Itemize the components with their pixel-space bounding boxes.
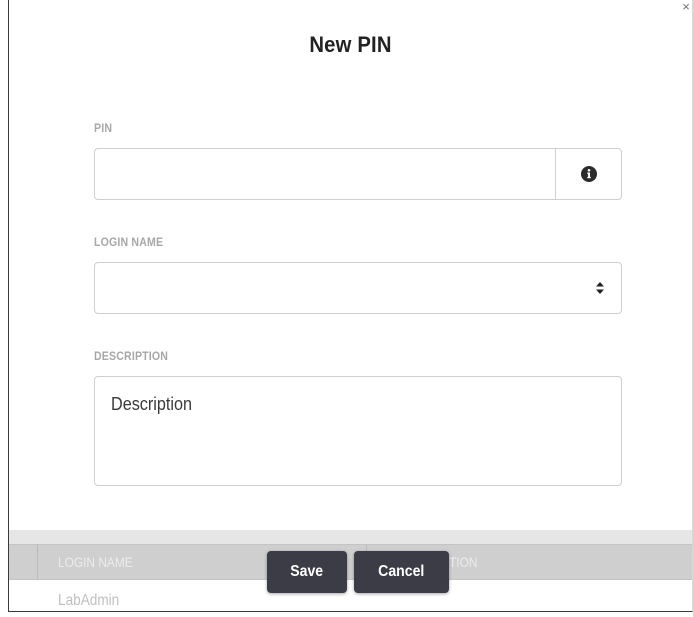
description-placeholder: Description (111, 394, 193, 414)
login-name-select[interactable] (94, 262, 622, 314)
column-separator (37, 545, 38, 579)
column-header-description[interactable]: TION (449, 554, 477, 570)
sort-updown-icon (596, 282, 604, 294)
pin-info-button[interactable] (555, 149, 621, 199)
dialog-title: New PIN (309, 32, 392, 57)
pin-label: PIN (94, 121, 113, 135)
table-top-band (9, 530, 692, 544)
background-table: LOGIN NAME TION LabAdmin (9, 530, 692, 611)
pin-input[interactable] (95, 149, 557, 199)
save-button-label: Save (290, 563, 324, 580)
pin-input-group (94, 148, 622, 200)
description-field[interactable]: Description (94, 376, 622, 486)
column-header-login-name[interactable]: LOGIN NAME (58, 554, 133, 570)
table-cell-login-name[interactable]: LabAdmin (58, 592, 119, 610)
description-label: DESCRIPTION (94, 349, 169, 363)
close-icon[interactable]: × (680, 0, 692, 15)
cancel-button-label: Cancel (378, 563, 425, 580)
info-circle-icon (580, 166, 597, 182)
dialog-window: LOGIN NAME TION LabAdmin × New PIN PIN L… (8, 0, 693, 612)
save-button[interactable]: Save (267, 551, 347, 593)
login-name-label: LOGIN NAME (94, 235, 164, 249)
cancel-button[interactable]: Cancel (354, 551, 449, 593)
table-header-row: LOGIN NAME TION (9, 544, 692, 580)
